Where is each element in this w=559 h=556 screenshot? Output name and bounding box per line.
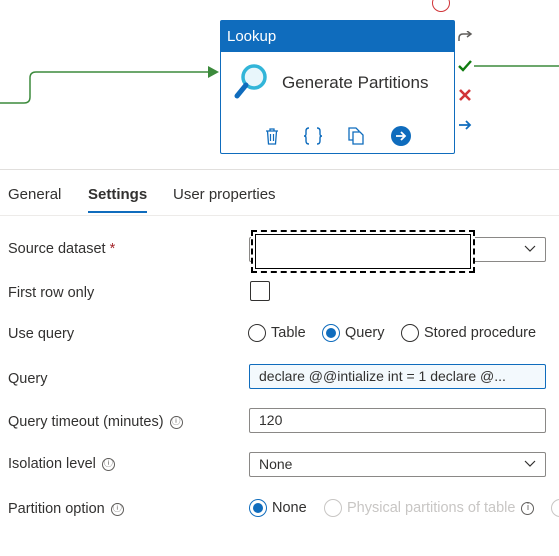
use-query-stored-procedure-radio[interactable]: Stored procedure [401, 324, 536, 342]
navigate-icon[interactable] [390, 125, 412, 147]
delete-icon[interactable] [261, 125, 283, 147]
use-query-label: Use query [8, 326, 75, 342]
skip-icon[interactable] [456, 28, 474, 46]
redaction-box [251, 230, 475, 273]
activity-name: Generate Partitions [282, 73, 429, 92]
info-icon[interactable]: ⓘ [101, 458, 115, 471]
completion-icon[interactable] [456, 116, 474, 134]
first-row-only-label: First row only [8, 285, 95, 301]
query-input[interactable]: declare @@intialize int = 1 declare @... [249, 364, 546, 389]
failure-icon[interactable] [456, 86, 474, 104]
source-dataset-label: Source dataset * [8, 241, 116, 257]
success-icon[interactable] [456, 57, 474, 75]
first-row-only-checkbox[interactable] [250, 281, 270, 301]
lookup-activity-node[interactable]: Lookup Generate Partitions [220, 20, 455, 154]
activity-type-label: Lookup [221, 21, 454, 52]
tab-user-properties[interactable]: User properties [173, 186, 276, 203]
use-query-table-radio[interactable]: Table [248, 324, 306, 342]
info-icon[interactable]: ⓘ [169, 416, 183, 429]
info-icon[interactable]: ⓘ [110, 503, 124, 516]
query-label: Query [8, 371, 48, 387]
query-timeout-label: Query timeout (minutes) ⓘ [8, 414, 183, 430]
partition-option-label: Partition option ⓘ [8, 501, 124, 517]
pipeline-canvas[interactable]: Lookup Generate Partitions [0, 0, 559, 170]
info-icon[interactable]: i [521, 501, 535, 515]
tab-settings[interactable]: Settings [88, 186, 147, 203]
isolation-level-label: Isolation level ⓘ [8, 456, 115, 472]
chevron-down-icon [524, 460, 536, 467]
partition-physical-radio: Physical partitions of table i [324, 499, 535, 517]
tabs-divider [0, 215, 559, 216]
canvas-divider [0, 169, 559, 170]
required-marker: * [109, 241, 116, 257]
copy-icon[interactable] [345, 125, 367, 147]
active-tab-indicator [88, 211, 147, 213]
query-timeout-input[interactable]: 120 [249, 408, 546, 433]
chevron-down-icon [524, 245, 536, 252]
use-query-query-radio[interactable]: Query [322, 324, 385, 342]
tab-general[interactable]: General [8, 186, 61, 203]
code-icon[interactable] [302, 125, 324, 147]
partition-next-radio [551, 499, 559, 517]
properties-tabs: General Settings User properties [0, 178, 559, 214]
partition-none-radio[interactable]: None [249, 499, 307, 517]
isolation-level-select[interactable]: None [249, 452, 546, 477]
lookup-magnifier-icon [233, 62, 269, 107]
